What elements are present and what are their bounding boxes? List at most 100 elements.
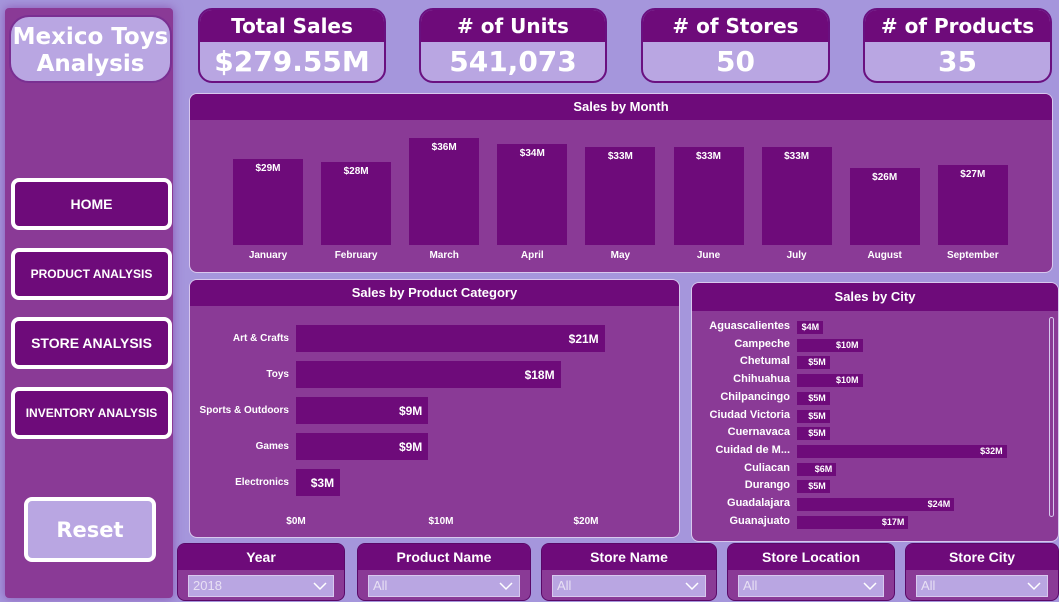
product-name-select[interactable]: All — [368, 575, 520, 597]
year-select[interactable]: 2018 — [188, 575, 334, 597]
select-value: All — [743, 578, 758, 593]
sales-by-category-chart: Sales by Product Category Art & Crafts $2… — [189, 279, 680, 538]
chevron-down-icon — [685, 582, 699, 591]
app-title-line1: Mexico Toys — [12, 24, 169, 50]
x-tick-label: $20M — [573, 516, 599, 527]
filter-label: Product Name — [358, 544, 530, 570]
city-label: Chihuahua — [733, 373, 790, 386]
category-label: Sports & Outdoors — [199, 405, 289, 416]
chevron-down-icon — [499, 582, 513, 591]
bar-data-label: $4M — [801, 322, 820, 332]
city-label: Campeche — [734, 337, 790, 350]
filter-store-location: Store Location All — [727, 543, 895, 601]
bar-data-label: $5M — [808, 357, 826, 368]
sales-by-city-chart: Sales by City Aguascalientes $4M Campeche $… — [691, 282, 1059, 542]
bar-data-label: $34M — [519, 147, 545, 159]
bar-data-label: $10M — [835, 339, 859, 350]
chart-title: Sales by Product Category — [190, 280, 679, 306]
chart-title: Sales by City — [692, 283, 1058, 311]
bar-data-label: $9M — [398, 404, 423, 418]
nav-store-analysis-button[interactable]: STORE ANALYSIS — [11, 317, 172, 369]
city-label: Guadalajara — [727, 497, 790, 509]
select-value: All — [373, 578, 388, 593]
x-tick-label: March — [429, 250, 459, 261]
x-tick-label: September — [946, 250, 999, 261]
bar-data-label: $10M — [835, 375, 859, 386]
bar-data-label: $32M — [980, 445, 1003, 456]
bar-data-label: $6M — [814, 463, 833, 474]
kpi-total-sales: Total Sales $279.55M — [198, 8, 386, 83]
city-label: Culiacan — [744, 461, 790, 474]
x-tick-label: January — [248, 250, 288, 261]
filter-store-city: Store City All — [905, 543, 1059, 601]
bar-data-label: $17M — [881, 516, 905, 527]
kpi-label: Total Sales — [200, 10, 384, 42]
select-value: 2018 — [193, 578, 222, 593]
category-label: Electronics — [235, 477, 289, 488]
nav-inventory-analysis-button[interactable]: INVENTORY ANALYSIS — [11, 387, 172, 439]
city-scrollbar[interactable] — [1049, 317, 1054, 517]
bar-data-label: $26M — [872, 171, 898, 183]
select-value: All — [557, 578, 572, 593]
x-tick-label: May — [610, 250, 631, 261]
select-value: All — [921, 578, 936, 593]
chevron-down-icon — [1027, 582, 1041, 591]
bar-data-label: $27M — [960, 168, 986, 180]
kpi-label: # of Products — [865, 10, 1050, 42]
x-tick-label: April — [520, 250, 544, 261]
bar-data-label: $3M — [310, 476, 335, 490]
store-city-select[interactable]: All — [916, 575, 1048, 597]
x-tick-label: $0M — [286, 516, 306, 527]
bar-data-label: $9M — [398, 440, 423, 454]
chevron-down-icon — [863, 582, 877, 591]
month-bar — [497, 143, 568, 245]
bar-data-label: $28M — [343, 165, 369, 177]
kpi-value: 541,073 — [449, 45, 577, 78]
city-label: Durango — [744, 479, 790, 492]
bar-data-label: $33M — [695, 150, 721, 162]
city-label: Ciudad Victoria — [709, 408, 790, 421]
category-label: Toys — [266, 369, 289, 380]
x-tick-label: February — [334, 250, 378, 261]
filter-label: Store Location — [728, 544, 894, 570]
city-label: Cuidad de M... — [715, 443, 790, 456]
app-title-line2: Analysis — [36, 51, 145, 77]
kpi-value: 35 — [938, 45, 977, 78]
x-tick-label: $10M — [428, 516, 454, 527]
city-label: Chetumal — [739, 355, 790, 368]
store-location-select[interactable]: All — [738, 575, 884, 597]
kpi-stores: # of Stores 50 — [641, 8, 830, 83]
reset-button[interactable]: Reset — [24, 497, 156, 562]
nav-home-button[interactable]: HOME — [11, 178, 172, 230]
bar-data-label: $5M — [808, 392, 826, 403]
month-bar — [409, 137, 480, 245]
chevron-down-icon — [313, 582, 327, 591]
app-title: Mexico Toys Analysis — [9, 15, 172, 83]
bar-data-label: $5M — [808, 410, 826, 421]
bar-data-label: $24M — [927, 499, 951, 509]
bar-data-label: $29M — [255, 162, 281, 174]
x-tick-label: June — [696, 250, 721, 261]
kpi-units: # of Units 541,073 — [419, 8, 607, 83]
x-tick-label: August — [867, 250, 902, 261]
kpi-products: # of Products 35 — [863, 8, 1052, 83]
bar-data-label: $21M — [568, 332, 599, 346]
city-label: Cuernavaca — [727, 426, 790, 439]
category-label: Art & Crafts — [232, 333, 289, 344]
filter-year: Year 2018 — [177, 543, 345, 601]
nav-product-analysis-button[interactable]: PRODUCT ANALYSIS — [11, 248, 172, 300]
x-tick-label: July — [786, 250, 807, 261]
bar-data-label: $33M — [607, 150, 633, 162]
bar-data-label: $36M — [431, 141, 457, 153]
bar-data-label: $5M — [808, 481, 826, 492]
filter-label: Year — [178, 544, 344, 570]
bar-data-label: $18M — [524, 368, 555, 382]
city-label: Chilpancingo — [720, 390, 790, 403]
filter-label: Store Name — [542, 544, 716, 570]
filter-label: Store City — [906, 544, 1058, 570]
filter-store-name: Store Name All — [541, 543, 717, 601]
chart-title: Sales by Month — [190, 94, 1052, 120]
category-label: Games — [255, 441, 289, 452]
filter-product-name: Product Name All — [357, 543, 531, 601]
store-name-select[interactable]: All — [552, 575, 706, 597]
